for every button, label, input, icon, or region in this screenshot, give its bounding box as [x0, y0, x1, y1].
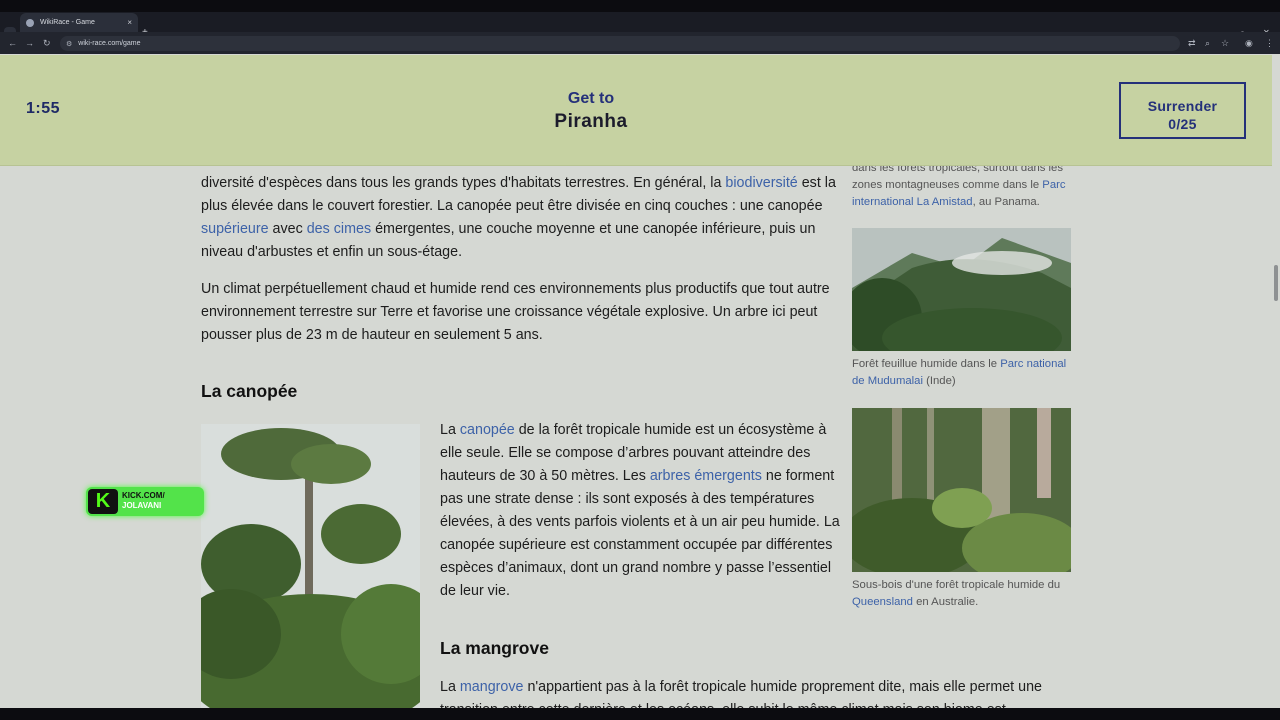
- link-parc-national[interactable]: Parc national: [1000, 358, 1066, 370]
- text-line: plus élevée dans le couvert forestier. L…: [201, 198, 823, 214]
- address-toolbar: ← → ↻ ⚙ wiki-race.com/game ⇄ ⌕ ☆ ◉ ⋮: [0, 32, 1280, 54]
- text-line: pousser plus de 23 m de hauteur en seule…: [201, 327, 543, 343]
- caption-line: Forêt feuillue humide dans le Parc natio…: [852, 358, 1067, 370]
- surrender-label: Surrender: [1147, 97, 1218, 114]
- text-line: supérieure avec des cimes émergentes, un…: [201, 221, 816, 237]
- tab-close-icon[interactable]: ×: [127, 18, 132, 27]
- kick-channel: JOLAVANI: [122, 501, 162, 510]
- caption-line: zones montagneuses comme dans le Parc: [852, 179, 1066, 191]
- tab-favicon-icon: [26, 18, 34, 27]
- caption-queensland: Sous-bois d'une forêt tropicale humide d…: [852, 577, 1077, 611]
- tree-illustration: [201, 424, 420, 708]
- text-line: diversité d'espèces dans tous les grands…: [201, 175, 836, 191]
- caption-line: de Mudumalai (Inde): [852, 375, 956, 387]
- surrender-button[interactable]: Surrender 0/25: [1119, 82, 1246, 139]
- caption-line: international La Amistad, au Panama.: [852, 196, 1040, 208]
- mudumalai-photo: [852, 228, 1071, 351]
- text-line: pas une strate dense : ils sont exposés …: [440, 491, 815, 507]
- tab-strip: ⌄ WikiRace - Game × + – ▫ ✕: [0, 12, 1280, 39]
- forward-icon[interactable]: →: [25, 38, 34, 48]
- link-mudumalai[interactable]: de Mudumalai: [852, 375, 923, 387]
- url-text: wiki-race.com/game: [78, 40, 141, 47]
- window-bottom-edge: [0, 708, 1280, 720]
- profile-icon[interactable]: ◉: [1245, 38, 1253, 49]
- link-parc[interactable]: Parc: [1042, 179, 1065, 191]
- screen: ⌄ WikiRace - Game × + – ▫ ✕ ← → ↻ ⚙ wiki…: [0, 0, 1280, 720]
- text-line: élevées, à des vents parfois violents et…: [440, 514, 840, 530]
- paragraph-biodiversity: diversité d'espèces dans tous les grands…: [201, 172, 841, 264]
- zoom-icon[interactable]: ⌕: [1205, 38, 1210, 49]
- undergrowth-illustration: [852, 408, 1071, 572]
- text-line: environnement terrestre sur Terre et fav…: [201, 304, 818, 320]
- text-line: hauteurs de 30 à 50 mètres. Les arbres é…: [440, 468, 835, 484]
- link-des-cimes[interactable]: des cimes: [307, 221, 371, 237]
- address-bar[interactable]: ⚙ wiki-race.com/game: [60, 36, 1180, 51]
- text-line: La mangrove n'appartient pas à la forêt …: [440, 679, 1042, 695]
- mountain-forest-illustration: [852, 228, 1071, 351]
- back-icon[interactable]: ←: [8, 38, 17, 48]
- site-info-icon[interactable]: ⚙: [66, 40, 72, 48]
- text-line: de leur vie.: [440, 583, 510, 599]
- queensland-photo: [852, 408, 1071, 572]
- article-content: diversité d'espèces dans tous les grands…: [0, 166, 1272, 708]
- reload-icon[interactable]: ↻: [43, 38, 51, 49]
- menu-icon[interactable]: ⋮: [1265, 38, 1274, 49]
- caption-amistad: dans les forêts tropicales, surtout dans…: [852, 166, 1077, 211]
- tab-title: WikiRace - Game: [40, 19, 95, 26]
- text-line: La canopée de la forêt tropicale humide …: [440, 422, 827, 438]
- caption-line: Sous-bois d'une forêt tropicale humide d…: [852, 579, 1061, 591]
- text-line: Un climat perpétuellement chaud et humid…: [201, 281, 830, 297]
- caption-line: Queensland en Australie.: [852, 596, 979, 608]
- link-queensland[interactable]: Queensland: [852, 596, 913, 608]
- browser-tab[interactable]: WikiRace - Game ×: [20, 13, 138, 32]
- caption-mudumalai: Forêt feuillue humide dans le Parc natio…: [852, 356, 1077, 390]
- kick-url: KICK.COM/: [122, 491, 165, 500]
- target-article: Piranha: [554, 111, 628, 132]
- caption-line: dans les forêts tropicales, surtout dans…: [852, 166, 1063, 174]
- tree-photo: [201, 424, 420, 708]
- heading-canopee: La canopée: [201, 381, 298, 401]
- text-line: transition entre cette dernière et les o…: [440, 699, 1060, 708]
- scrollbar-track[interactable]: [1272, 55, 1280, 708]
- paragraph-canopee: La canopée de la forêt tropicale humide …: [440, 419, 840, 603]
- bookmark-star-icon[interactable]: ☆: [1221, 38, 1229, 49]
- click-counter: 0/25: [1168, 115, 1197, 132]
- window-top-edge: [0, 0, 1280, 12]
- text-line: espèces d’animaux, dont un grand nombre …: [440, 560, 832, 576]
- scrollbar-thumb[interactable]: [1274, 265, 1278, 301]
- text-line: elle seule. Elle se compose d’arbres pou…: [440, 445, 811, 461]
- link-superieure[interactable]: supérieure: [201, 221, 269, 237]
- get-to-label: Get to: [567, 90, 615, 107]
- link-arbres-emergents[interactable]: arbres émergents: [650, 468, 762, 484]
- game-header: 1:55 Get to Piranha Surrender 0/25: [0, 55, 1272, 166]
- heading-mangrove: La mangrove: [440, 638, 549, 658]
- kick-logo-icon: K: [88, 489, 118, 514]
- link-la-amistad[interactable]: international La Amistad: [852, 196, 973, 208]
- text-line: canopée supérieure est constamment occup…: [440, 537, 833, 553]
- kick-stream-badge: K KICK.COM/ JOLAVANI: [86, 487, 204, 516]
- link-mangrove[interactable]: mangrove: [460, 679, 524, 695]
- paragraph-mangrove: La mangrove n'appartient pas à la forêt …: [440, 676, 1060, 708]
- text-line: niveau d'arbustes et enfin un sous-étage…: [201, 244, 463, 260]
- link-canopee[interactable]: canopée: [460, 422, 515, 438]
- paragraph-climate: Un climat perpétuellement chaud et humid…: [201, 278, 841, 347]
- translate-icon[interactable]: ⇄: [1188, 38, 1196, 49]
- link-biodiversite[interactable]: biodiversité: [725, 175, 797, 191]
